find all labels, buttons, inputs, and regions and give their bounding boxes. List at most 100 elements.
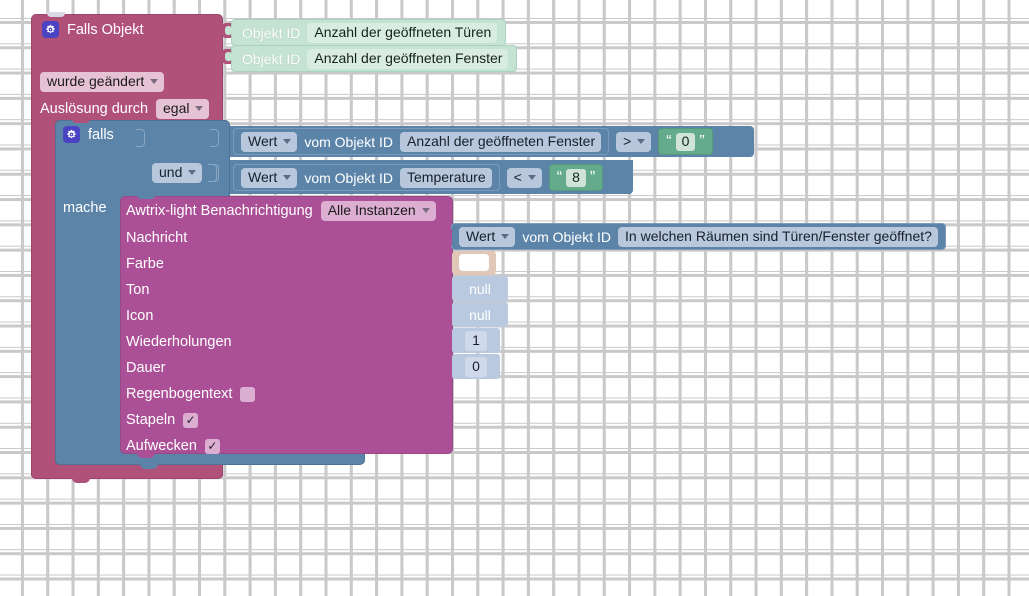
condition-literal-1[interactable]: “ 8 ” (548, 164, 604, 191)
object-id-field-1[interactable]: Anzahl der geöffneten Fenster (307, 48, 509, 69)
colour-block (452, 250, 496, 275)
condition-of-label-0: vom Objekt ID (304, 133, 394, 150)
condition-operator-label-0: > (623, 132, 632, 149)
condition-operator-1[interactable]: < (506, 167, 542, 188)
condition-value-dropdown-label-0: Wert (248, 132, 278, 149)
wiederholungen-block: 1 (452, 328, 500, 353)
changed-dropdown-label: wurde geändert (47, 73, 145, 89)
notification-top-notch (137, 194, 155, 199)
checkbox-stapeln[interactable]: ✓ (183, 412, 199, 428)
notification-field-label-dauer: Dauer (126, 357, 166, 379)
chevron-down-icon (283, 138, 292, 144)
trigger-block-bottom-notch (72, 477, 90, 483)
trigger-block-top-notch (47, 12, 65, 17)
block-connector (443, 228, 452, 245)
chevron-down-icon (501, 233, 510, 239)
message-value-attachment[interactable]: Wert vom Objekt ID In welchen Räumen sin… (443, 223, 946, 250)
chevron-down-icon (283, 174, 292, 180)
dauer-value[interactable]: 0 (465, 356, 487, 377)
notification-instance-dropdown[interactable]: Alle Instanzen (320, 201, 436, 221)
condition-literal-value-0[interactable]: 0 (675, 132, 696, 151)
trigger-block-title: Falls Objekt (67, 21, 144, 38)
condition-operator-label-1: < (513, 168, 522, 185)
object-id-block-1[interactable]: Objekt ID Anzahl der geöffneten Fenster (222, 45, 518, 72)
notification-field-label-wiederholungen: Wiederholungen (126, 331, 232, 353)
condition-operator-0[interactable]: > (616, 131, 652, 152)
ton-value[interactable]: null (452, 276, 508, 301)
dauer-block: 0 (452, 354, 500, 379)
colour-attachment[interactable] (443, 250, 496, 275)
chevron-down-icon (188, 170, 197, 175)
condition-row-0[interactable]: Wert vom Objekt ID Anzahl der geöffneten… (233, 128, 713, 155)
condition-object-id-0[interactable]: Anzahl der geöffneten Fenster (400, 131, 602, 152)
message-of-label: vom Objekt ID (522, 228, 612, 245)
join-operator[interactable]: und (152, 163, 203, 183)
colour-swatch[interactable] (459, 254, 489, 271)
condition-of-label-1: vom Objekt ID (304, 169, 394, 186)
block-connector (222, 49, 232, 64)
condition-literal-0[interactable]: “ 0 ” (658, 128, 713, 155)
notification-title-row: Awtrix-light Benachrichtigung Alle Insta… (126, 200, 436, 222)
chevron-down-icon (195, 106, 204, 111)
blockly-workspace[interactable]: Falls Objekt Objekt ID Anzahl der geöffn… (0, 0, 1029, 596)
chevron-down-icon (150, 79, 159, 84)
condition-literal-value-1[interactable]: 8 (566, 168, 586, 187)
dauer-attachment[interactable]: 0 (443, 354, 500, 379)
field-label-text: Dauer (126, 360, 166, 376)
icon-attachment[interactable]: null (443, 302, 508, 327)
icon-value[interactable]: null (452, 302, 508, 327)
field-label-text: Icon (126, 308, 154, 324)
message-object-id[interactable]: In welchen Räumen sind Türen/Fenster geö… (618, 226, 938, 247)
object-id-block-0[interactable]: Objekt ID Anzahl der geöffneten Türen (222, 19, 507, 46)
do-label: mache (63, 200, 107, 216)
quote-close-icon: ” (589, 168, 596, 186)
field-label-text: Wiederholungen (126, 334, 232, 350)
field-label-text: Stapeln (126, 412, 176, 428)
chevron-down-icon (421, 208, 430, 213)
quote-close-icon: ” (699, 132, 705, 150)
notification-bottom-notch (137, 452, 155, 458)
field-label-text: Nachricht (126, 230, 188, 246)
condition-value-dropdown-1[interactable]: Wert (241, 167, 298, 188)
checkbox-aufwecken[interactable]: ✓ (204, 438, 220, 454)
condition-row-1[interactable]: Wert vom Objekt ID Temperature < “ 8 ” (233, 164, 604, 191)
trigger-block-title-row: Falls Objekt (42, 21, 144, 38)
notification-field-label-nachricht: Nachricht (126, 227, 187, 249)
trigger-source-row: Auslösung durch egal (40, 99, 210, 119)
block-connector (443, 254, 452, 271)
notification-field-label-farbe: Farbe (126, 253, 164, 275)
wiederholungen-attachment[interactable]: 1 (443, 328, 500, 353)
if-block-title-row: falls (63, 126, 114, 143)
notification-title: Awtrix-light Benachrichtigung (126, 203, 313, 219)
if-block-title: falls (88, 126, 114, 143)
trigger-source-dropdown[interactable]: egal (156, 99, 210, 119)
quote-open-icon: “ (666, 132, 672, 150)
if-value-socket-0 (210, 129, 219, 147)
block-connector (222, 23, 232, 38)
chevron-down-icon (527, 174, 536, 180)
object-id-label-0: Objekt ID (242, 24, 301, 41)
object-id-field-0[interactable]: Anzahl der geöffneten Türen (307, 22, 498, 43)
checkbox-regenbogentext[interactable] (240, 386, 256, 402)
quote-open-icon: “ (556, 168, 563, 186)
notification-instance-label: Alle Instanzen (327, 202, 416, 218)
block-connector (443, 280, 452, 297)
message-value-dropdown[interactable]: Wert (459, 226, 516, 247)
condition-value-block-1: Wert vom Objekt ID Temperature (233, 164, 500, 191)
notification-field-regenbogentext[interactable]: Regenbogentext (126, 383, 256, 405)
ton-attachment[interactable]: null (443, 276, 508, 301)
condition-object-id-1[interactable]: Temperature (400, 167, 492, 188)
chevron-down-icon (637, 138, 646, 144)
block-connector (443, 306, 452, 323)
trigger-block-foot (31, 467, 223, 479)
wiederholungen-value[interactable]: 1 (465, 330, 487, 351)
notification-field-stapeln[interactable]: Stapeln ✓ (126, 409, 199, 431)
gear-icon[interactable] (63, 126, 80, 143)
gear-icon[interactable] (42, 21, 59, 38)
object-id-label-1: Objekt ID (242, 50, 301, 67)
condition-value-block-0: Wert vom Objekt ID Anzahl der geöffneten… (233, 128, 610, 155)
condition-value-dropdown-0[interactable]: Wert (241, 131, 298, 152)
field-label-text: Farbe (126, 256, 164, 272)
trigger-source-label: Auslösung durch (40, 101, 149, 117)
changed-dropdown[interactable]: wurde geändert (40, 72, 165, 92)
